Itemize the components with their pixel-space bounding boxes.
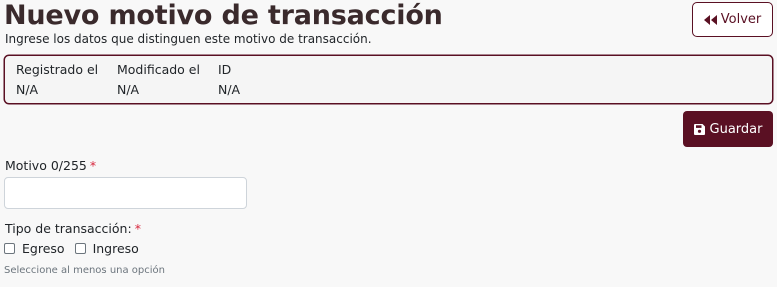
- required-mark: *: [134, 221, 141, 236]
- option-ingreso[interactable]: Ingreso: [74, 241, 139, 256]
- tipo-options: Egreso Ingreso: [4, 241, 149, 256]
- ingreso-checkbox[interactable]: [74, 243, 86, 254]
- motivo-input[interactable]: [4, 177, 247, 209]
- motivo-field-label: Motivo 0/255 *: [5, 158, 96, 173]
- required-mark: *: [89, 158, 97, 173]
- page: Nuevo motivo de transacción Ingrese los …: [0, 0, 777, 287]
- meta-id: ID N/A: [218, 62, 240, 98]
- meta-registered-value: N/A: [16, 82, 39, 97]
- page-subtitle: Ingrese los datos que distinguen este mo…: [5, 32, 372, 46]
- meta-modified: Modificado el N/A: [117, 62, 200, 98]
- floppy-disk-icon: [693, 123, 705, 135]
- ingreso-label[interactable]: Ingreso: [93, 241, 139, 256]
- meta-registered-label: Registrado el: [16, 62, 99, 77]
- meta-id-value: N/A: [218, 82, 241, 97]
- meta-registered: Registrado el N/A: [16, 62, 98, 98]
- meta-id-label: ID: [218, 62, 232, 77]
- motivo-label-text: Motivo 0/255: [5, 158, 87, 173]
- tipo-label-text: Tipo de transacción:: [5, 221, 132, 236]
- tipo-field-label: Tipo de transacción: *: [5, 221, 141, 236]
- backward-icon: [703, 14, 717, 25]
- back-button-label: Volver: [720, 12, 762, 27]
- tipo-help-text: Seleccione al menos una opción: [4, 265, 165, 276]
- save-button[interactable]: Guardar: [683, 111, 773, 147]
- record-metadata-panel: Registrado el N/A Modificado el N/A ID N…: [4, 55, 773, 104]
- meta-modified-label: Modificado el: [117, 62, 200, 77]
- back-button[interactable]: Volver: [692, 2, 773, 37]
- egreso-label[interactable]: Egreso: [22, 241, 65, 256]
- meta-modified-value: N/A: [117, 82, 140, 97]
- option-egreso[interactable]: Egreso: [4, 241, 65, 256]
- page-title: Nuevo motivo de transacción: [4, 0, 443, 31]
- save-button-label: Guardar: [709, 121, 763, 137]
- egreso-checkbox[interactable]: [4, 243, 15, 254]
